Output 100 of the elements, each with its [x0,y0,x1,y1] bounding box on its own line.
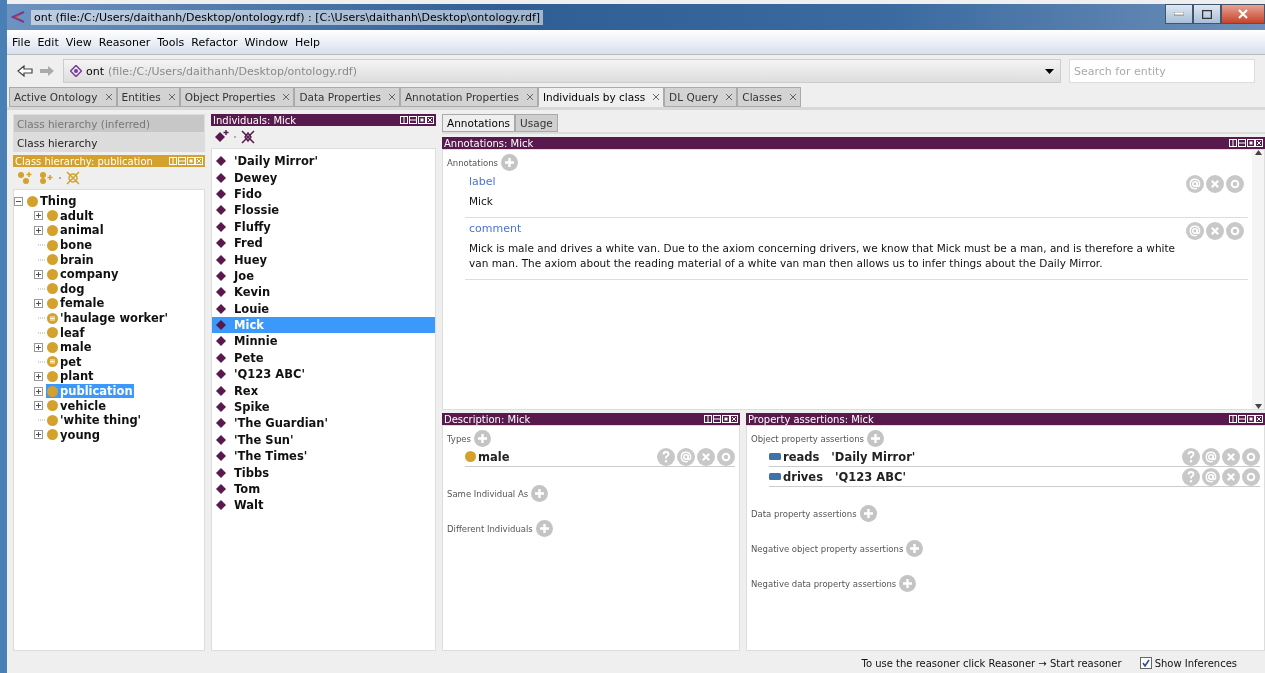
tree-node[interactable]: pet [46,354,83,369]
close-button[interactable] [1221,4,1265,24]
list-item[interactable]: Fluffy [212,218,435,235]
close-icon[interactable] [283,94,290,100]
expand-icon[interactable] [34,386,43,396]
add-sibling-icon[interactable] [38,171,54,185]
annotation-property[interactable]: comment [469,222,1186,235]
help-icon[interactable] [657,447,675,466]
list-item[interactable]: Huey [212,251,435,268]
property-name[interactable]: drives [783,469,823,484]
expand-icon[interactable] [34,226,43,235]
list-item[interactable]: 'The Times' [212,448,435,465]
type-value[interactable]: male [478,449,510,464]
expand-icon[interactable] [34,430,43,440]
edit-icon[interactable] [1242,467,1260,486]
ontology-selector[interactable]: ont (file:/C:/Users/daithanh/Desktop/ontology.rdf) [63,59,1061,83]
back-icon[interactable] [17,65,33,77]
expand-icon[interactable] [34,298,43,308]
menu-item[interactable]: Help [294,35,320,49]
view-controls-icon[interactable] [400,116,434,124]
collapse-icon[interactable] [14,196,23,206]
expand-icon[interactable] [34,342,43,352]
edit-icon[interactable] [1226,222,1244,240]
annotate-icon[interactable] [1186,222,1204,240]
menu-item[interactable]: Refactor [191,35,238,49]
tab[interactable]: Active Ontology [9,87,117,107]
expand-icon[interactable] [34,371,43,381]
add-icon[interactable] [531,485,549,502]
tab[interactable]: Individuals by class [537,87,665,107]
search-field[interactable]: Search for entity [1069,59,1255,83]
tab[interactable]: DL Query [664,87,738,107]
expand-icon[interactable] [34,401,43,411]
list-item[interactable]: Dewey [212,169,435,186]
menu-item[interactable]: File [12,35,31,49]
add-icon[interactable] [473,430,491,447]
tree-node[interactable]: animal [46,223,105,238]
tree-node[interactable]: brain [46,252,95,267]
menu-item[interactable]: Window [244,35,288,49]
tab[interactable]: Data Properties [294,87,400,107]
close-icon[interactable] [726,94,733,100]
tree-node[interactable]: Thing [26,194,78,209]
delete-individual-icon[interactable] [241,130,255,144]
list-item[interactable]: Louie [212,300,435,317]
view-tab[interactable]: Class hierarchy [13,133,205,152]
tree-node[interactable]: female [46,296,106,311]
close-icon[interactable] [388,94,395,100]
menu-item[interactable]: Tools [157,35,185,49]
close-icon[interactable] [653,94,660,100]
annotation-property[interactable]: label [469,175,1186,188]
property-value[interactable]: 'Q123 ABC' [835,469,906,484]
expand-icon[interactable] [34,211,43,221]
delete-icon[interactable] [697,447,715,466]
tab[interactable]: Usage [515,114,558,132]
annotate-icon[interactable] [1202,467,1220,486]
scrollbar[interactable] [1252,150,1264,409]
list-item[interactable]: Joe [212,267,435,285]
delete-icon[interactable] [1222,447,1240,466]
tree-node[interactable]: adult [46,208,95,223]
close-icon[interactable] [168,94,175,100]
delete-icon[interactable] [1206,175,1224,193]
expand-icon[interactable] [34,269,43,279]
tab[interactable]: Annotations [442,114,516,132]
tab[interactable]: Object Properties [179,87,295,107]
tab[interactable]: Annotation Properties [399,87,538,107]
delete-class-icon[interactable] [66,171,80,185]
tree-node[interactable]: company [46,267,120,282]
annotate-icon[interactable] [1202,447,1220,466]
delete-icon[interactable] [1206,222,1224,240]
list-item[interactable]: Spike [212,398,435,416]
list-item[interactable]: 'Q123 ABC' [212,366,435,383]
close-icon[interactable] [789,94,796,100]
list-item[interactable]: Tibbs [212,464,435,481]
maximize-button[interactable] [1193,4,1221,24]
list-item[interactable]: Pete [212,349,435,367]
tree-node[interactable]: dog [46,281,86,296]
annotate-icon[interactable] [1186,175,1204,193]
view-controls-icon[interactable] [704,415,738,423]
tab[interactable]: Classes [737,87,801,107]
tree-node[interactable]: plant [46,369,95,384]
tree-node[interactable]: vehicle [46,398,107,413]
list-item[interactable]: Kevin [212,284,435,301]
add-icon[interactable] [867,430,884,447]
edit-icon[interactable] [1242,447,1260,466]
view-controls-icon[interactable] [1229,139,1263,147]
menu-item[interactable]: View [65,35,92,49]
list-item[interactable]: Walt [212,497,435,514]
view-controls-icon[interactable] [1229,415,1263,423]
list-item[interactable]: Minnie [212,333,435,350]
list-item[interactable]: 'The Sun' [212,431,435,449]
tree-node[interactable]: male [46,340,93,355]
help-icon[interactable] [1182,467,1200,486]
edit-icon[interactable] [717,447,735,466]
list-item[interactable]: Rex [212,382,435,399]
minimize-button[interactable] [1165,4,1193,24]
add-icon[interactable] [906,540,924,557]
edit-icon[interactable] [1226,175,1244,193]
list-item[interactable]: Fred [212,234,435,252]
annotate-icon[interactable] [677,447,695,466]
property-name[interactable]: reads [783,449,820,464]
close-icon[interactable] [526,94,533,100]
